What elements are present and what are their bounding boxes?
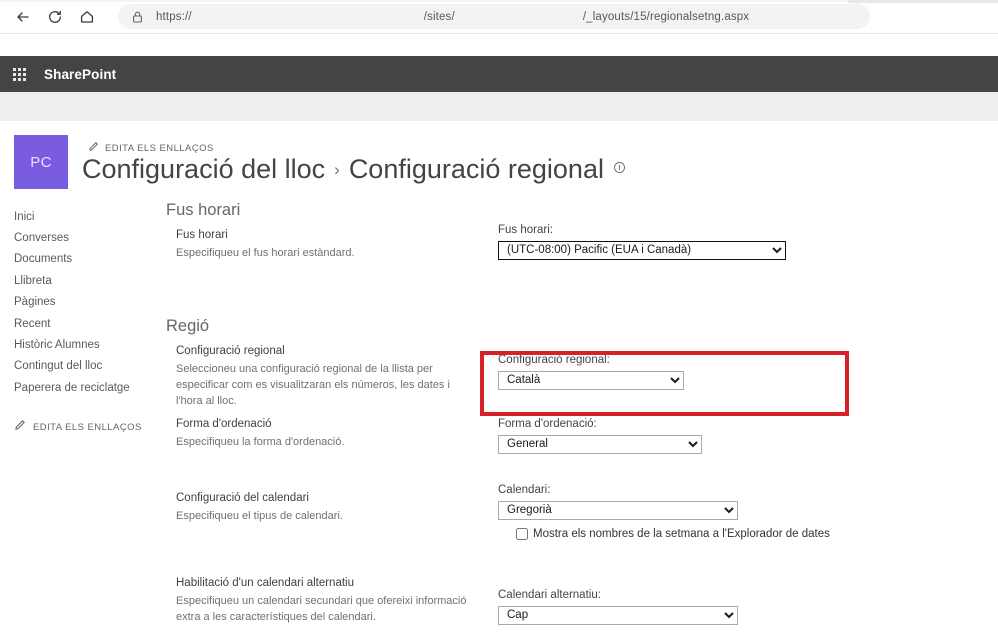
reload-icon xyxy=(47,9,63,25)
sortorder-desc-text: Especifiqueu la forma d'ordenació. xyxy=(176,436,345,448)
calendar-select[interactable]: Gregorià xyxy=(498,500,738,520)
sidebar-item-recent[interactable]: Recent xyxy=(14,313,164,334)
address-bar[interactable]: https:// /sites/ /_layouts/15/regionalse… xyxy=(118,4,870,29)
chrome-spacer xyxy=(0,34,998,56)
sortorder-desc-title: Forma d'ordenació xyxy=(176,418,272,430)
page-body: PC EDITA ELS ENLLAÇOS Configuració del l… xyxy=(0,121,998,625)
sidebar-item-inici[interactable]: Inici xyxy=(14,206,164,227)
sortorder-description: Forma d'ordenació Especifiqueu la forma … xyxy=(176,418,476,451)
sortorder-field: Forma d'ordenació: General xyxy=(498,418,828,454)
alt-calendar-description: Habilitació d'un calendari alternatiu Es… xyxy=(176,577,476,626)
locale-desc-title: Configuració regional xyxy=(176,345,285,357)
home-button[interactable] xyxy=(74,4,100,30)
setting-row-timezone: Fus horari Especifiqueu el fus horari es… xyxy=(166,224,998,299)
alt-calendar-field-label: Calendari alternatiu: xyxy=(498,589,601,601)
home-icon xyxy=(79,9,95,25)
week-numbers-checkbox-label[interactable]: Mostra els nombres de la setmana a l'Exp… xyxy=(533,528,830,540)
regional-settings-form: Fus horari Fus horari Especifiqueu el fu… xyxy=(166,201,998,641)
timezone-select[interactable]: (UTC-08:00) Pacific (EUA i Canadà) xyxy=(498,240,786,260)
app-launcher-button[interactable] xyxy=(0,56,38,92)
locale-desc-text: Seleccioneu una configuració regional de… xyxy=(176,363,450,407)
url-scheme-text: https:// xyxy=(156,10,192,23)
setting-row-calendar: Configuració del calendari Especifiqueu … xyxy=(166,484,998,571)
timezone-desc-title: Fus horari xyxy=(176,229,228,241)
browser-chrome: https:// /sites/ /_layouts/15/regionalse… xyxy=(0,0,998,34)
sidebar-item-contingut-del-lloc[interactable]: Contingut del lloc xyxy=(14,356,164,377)
pencil-edit-icon xyxy=(14,418,26,436)
locale-field-label: Configuració regional: xyxy=(498,354,610,366)
calendar-description: Configuració del calendari Especifiqueu … xyxy=(176,492,476,525)
section-heading-timezone: Fus horari xyxy=(166,201,241,219)
lock-icon[interactable] xyxy=(130,10,144,24)
setting-row-sortorder: Forma d'ordenació Especifiqueu la forma … xyxy=(166,418,998,484)
week-numbers-checkbox-row: Mostra els nombres de la setmana a l'Exp… xyxy=(516,527,830,540)
week-numbers-checkbox[interactable] xyxy=(516,527,528,540)
breadcrumb-separator: › xyxy=(334,160,340,179)
alt-calendar-select[interactable]: Cap xyxy=(498,605,738,625)
calendar-field: Calendari: Gregorià Mostra els nombres d… xyxy=(498,484,830,540)
breadcrumb-parent[interactable]: Configuració del lloc xyxy=(82,154,325,185)
tabstrip-edge-right xyxy=(848,0,998,3)
sidebar-item-historic-alumnes[interactable]: Històric Alumnes xyxy=(14,334,164,355)
section-heading-region: Regió xyxy=(166,317,210,335)
sortorder-field-label: Forma d'ordenació: xyxy=(498,418,597,430)
alt-calendar-field: Calendari alternatiu: Cap xyxy=(498,589,828,625)
back-arrow-icon xyxy=(15,9,31,25)
page-title: Configuració del lloc › Configuració reg… xyxy=(82,154,626,185)
url-site-text: /sites/ xyxy=(423,10,455,23)
calendar-desc-text: Especifiqueu el tipus de calendari. xyxy=(176,510,343,522)
setting-row-alt-calendar: Habilitació d'un calendari alternatiu Es… xyxy=(166,571,998,641)
sidebar-item-converses[interactable]: Converses xyxy=(14,227,164,248)
sharepoint-brand-link[interactable]: SharePoint xyxy=(44,67,116,82)
site-logo: PC xyxy=(14,135,68,189)
sidebar-item-paperera-de-reciclatge[interactable]: Paperera de reciclatge xyxy=(14,377,164,398)
locale-field: Configuració regional: Català xyxy=(498,354,828,390)
section-region: Regió Configuració regional Seleccioneu … xyxy=(166,317,998,641)
back-button[interactable] xyxy=(10,4,36,30)
timezone-desc-text: Especifiqueu el fus horari estàndard. xyxy=(176,247,355,259)
url-path-text: /_layouts/15/regionalsetng.aspx xyxy=(582,10,750,23)
edit-links-top-label: EDITA ELS ENLLAÇOS xyxy=(105,142,214,154)
alt-calendar-desc-title: Habilitació d'un calendari alternatiu xyxy=(176,577,354,589)
calendar-field-label: Calendari: xyxy=(498,484,551,496)
edit-links-nav-label: EDITA ELS ENLLAÇOS xyxy=(33,421,142,433)
sidebar-item-pagines[interactable]: Pàgines xyxy=(14,292,164,313)
sharepoint-suite-bar: SharePoint xyxy=(0,56,998,92)
info-circle-icon[interactable] xyxy=(613,161,626,174)
sidebar-item-llibreta[interactable]: Llibreta xyxy=(14,270,164,291)
locale-description: Configuració regional Seleccioneu una co… xyxy=(176,345,476,410)
timezone-field-label: Fus horari: xyxy=(498,224,553,236)
sub-header-strip xyxy=(0,92,998,121)
calendar-desc-title: Configuració del calendari xyxy=(176,492,309,504)
left-navigation: Inici Converses Documents Llibreta Pàgin… xyxy=(14,206,164,436)
sidebar-item-documents[interactable]: Documents xyxy=(14,249,164,270)
reload-button[interactable] xyxy=(42,4,68,30)
breadcrumb-current: Configuració regional xyxy=(348,154,604,184)
section-timezone: Fus horari Fus horari Especifiqueu el fu… xyxy=(166,201,998,299)
sortorder-select[interactable]: General xyxy=(498,434,702,454)
timezone-field: Fus horari: (UTC-08:00) Pacific (EUA i C… xyxy=(498,224,828,260)
edit-links-nav-button[interactable]: EDITA ELS ENLLAÇOS xyxy=(14,418,164,436)
setting-row-locale: Configuració regional Seleccioneu una co… xyxy=(166,345,998,418)
app-launcher-waffle-icon xyxy=(12,67,26,81)
locale-select[interactable]: Català xyxy=(498,370,684,390)
timezone-description: Fus horari Especifiqueu el fus horari es… xyxy=(176,229,476,262)
alt-calendar-desc-text: Especifiqueu un calendari secundari que … xyxy=(176,595,467,623)
